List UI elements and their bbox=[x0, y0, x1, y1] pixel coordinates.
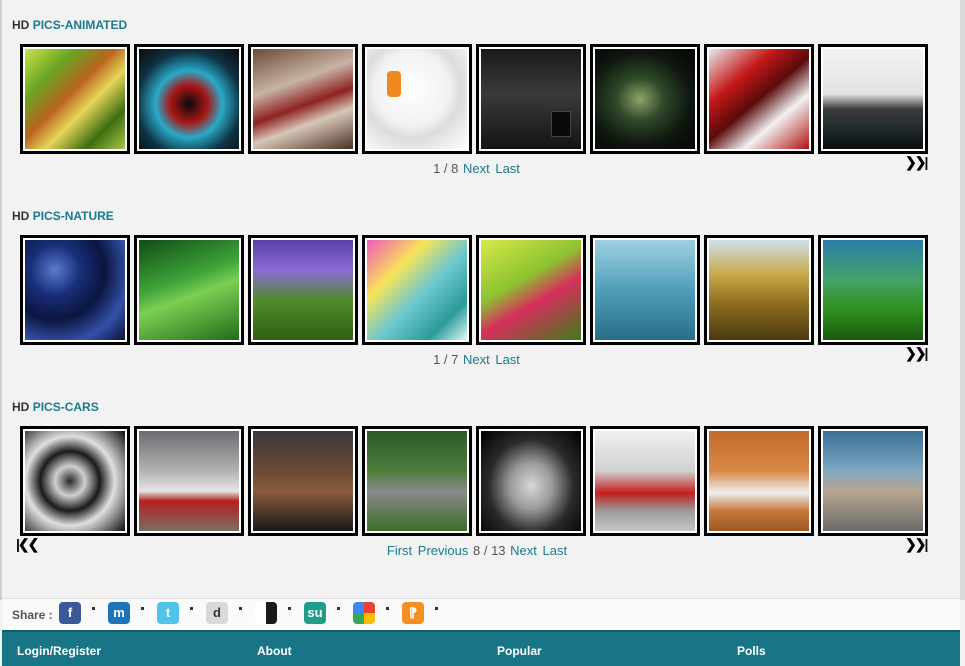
delicious-icon[interactable] bbox=[255, 602, 277, 624]
thumbnail-image bbox=[595, 240, 695, 340]
footer-about[interactable]: About bbox=[257, 644, 292, 658]
thumbnail[interactable] bbox=[362, 44, 472, 154]
thumbnail[interactable] bbox=[134, 235, 244, 345]
thumbnail-image bbox=[595, 431, 695, 531]
thumbnail[interactable] bbox=[362, 235, 472, 345]
thumbnail-image bbox=[139, 240, 239, 340]
thumbnail[interactable] bbox=[362, 426, 472, 536]
separator-dot bbox=[190, 607, 193, 610]
thumbnail-image bbox=[367, 49, 467, 149]
separator-dot bbox=[435, 607, 438, 610]
section-prefix: HD bbox=[12, 209, 30, 223]
separator-dot bbox=[288, 607, 291, 610]
separator-dot bbox=[92, 607, 95, 610]
thumbnail-image bbox=[823, 431, 923, 531]
share-label: Share : bbox=[12, 608, 53, 622]
thumbnail-image bbox=[709, 431, 809, 531]
thumbnail[interactable] bbox=[818, 44, 928, 154]
thumbnail[interactable] bbox=[818, 426, 928, 536]
section-prefix: HD bbox=[12, 18, 30, 32]
thumbnail[interactable] bbox=[248, 426, 358, 536]
thumbnail[interactable] bbox=[20, 44, 130, 154]
thumbnail[interactable] bbox=[248, 44, 358, 154]
thumbnail-image bbox=[25, 49, 125, 149]
thumbnail[interactable] bbox=[134, 426, 244, 536]
thumbnail[interactable] bbox=[590, 44, 700, 154]
digg-icon[interactable]: d bbox=[206, 602, 228, 624]
pager-last-link[interactable]: Last bbox=[495, 161, 520, 176]
next-arrows-icon[interactable]: ❯❯| bbox=[905, 536, 928, 553]
pager-last-link[interactable]: Last bbox=[495, 352, 520, 367]
section-title: HD PICS-ANIMATED bbox=[12, 18, 127, 32]
next-arrows-icon[interactable]: ❯❯| bbox=[905, 345, 928, 362]
section-title: HD PICS-CARS bbox=[12, 400, 99, 414]
thumbnail-image bbox=[481, 240, 581, 340]
category-link-cars[interactable]: PICS-CARS bbox=[33, 400, 99, 414]
category-link-nature[interactable]: PICS-NATURE bbox=[33, 209, 114, 223]
footer-login-register[interactable]: Login/Register bbox=[17, 644, 101, 658]
separator-dot bbox=[337, 607, 340, 610]
pager-next-link[interactable]: Next bbox=[463, 161, 490, 176]
pager: 1 / 8 Next Last bbox=[12, 161, 942, 176]
twitter-icon[interactable]: t bbox=[157, 602, 179, 624]
pager: 1 / 7 Next Last bbox=[12, 352, 942, 367]
thumbnail[interactable] bbox=[476, 44, 586, 154]
thumbnail[interactable] bbox=[476, 235, 586, 345]
left-frame-border bbox=[0, 0, 2, 600]
category-link-animated[interactable]: PICS-ANIMATED bbox=[33, 18, 127, 32]
pager: First Previous 8 / 13 Next Last bbox=[12, 543, 942, 558]
thumbnail-image bbox=[253, 431, 353, 531]
pager-next-link[interactable]: Next bbox=[463, 352, 490, 367]
thumbnail-image bbox=[139, 431, 239, 531]
separator-dot bbox=[386, 607, 389, 610]
section-title: HD PICS-NATURE bbox=[12, 209, 114, 223]
rss-icon[interactable]: ⁋ bbox=[402, 602, 424, 624]
thumbnail[interactable] bbox=[704, 426, 814, 536]
google-icon[interactable] bbox=[353, 602, 375, 624]
thumbnail-image bbox=[481, 431, 581, 531]
thumbnail[interactable] bbox=[590, 426, 700, 536]
pager-next-link[interactable]: Next bbox=[510, 543, 537, 558]
pager-first-link[interactable]: First bbox=[387, 543, 412, 558]
thumbnail-image bbox=[823, 49, 923, 149]
separator-dot bbox=[141, 607, 144, 610]
myspace-icon[interactable]: m bbox=[108, 602, 130, 624]
share-bar: Share : f m t d su ⁋ bbox=[2, 598, 960, 631]
separator-dot bbox=[239, 607, 242, 610]
thumbnail-image bbox=[25, 240, 125, 340]
thumbnail-image bbox=[367, 431, 467, 531]
section-prefix: HD bbox=[12, 400, 30, 414]
thumbnail-image bbox=[253, 240, 353, 340]
thumbnail[interactable] bbox=[134, 44, 244, 154]
thumbnail[interactable] bbox=[248, 235, 358, 345]
pager-last-link[interactable]: Last bbox=[543, 543, 568, 558]
thumbnail-image bbox=[481, 49, 581, 149]
next-arrows-icon[interactable]: ❯❯| bbox=[905, 154, 928, 171]
thumbnail[interactable] bbox=[818, 235, 928, 345]
thumbnail[interactable] bbox=[20, 426, 130, 536]
thumbnail-image bbox=[823, 240, 923, 340]
facebook-icon[interactable]: f bbox=[59, 602, 81, 624]
pager-status: 1 / 7 bbox=[433, 352, 459, 367]
thumbnail[interactable] bbox=[476, 426, 586, 536]
thumbnail[interactable] bbox=[590, 235, 700, 345]
thumbnail-image bbox=[253, 49, 353, 149]
thumbnail[interactable] bbox=[704, 44, 814, 154]
thumbnail-image bbox=[709, 49, 809, 149]
pager-previous-link[interactable]: Previous bbox=[418, 543, 469, 558]
thumbnail-image bbox=[367, 240, 467, 340]
thumbnail[interactable] bbox=[704, 235, 814, 345]
thumbnail[interactable] bbox=[20, 235, 130, 345]
thumbnail-image bbox=[595, 49, 695, 149]
footer-polls[interactable]: Polls bbox=[737, 644, 766, 658]
stumbleupon-icon[interactable]: su bbox=[304, 602, 326, 624]
thumbnail-image bbox=[709, 240, 809, 340]
thumbnail-image bbox=[25, 431, 125, 531]
footer: Login/Register About Popular Polls bbox=[2, 630, 960, 666]
right-frame-border bbox=[960, 0, 965, 600]
pager-status: 8 / 13 bbox=[473, 543, 506, 558]
thumbnail-image bbox=[139, 49, 239, 149]
pager-status: 1 / 8 bbox=[433, 161, 459, 176]
footer-popular[interactable]: Popular bbox=[497, 644, 542, 658]
